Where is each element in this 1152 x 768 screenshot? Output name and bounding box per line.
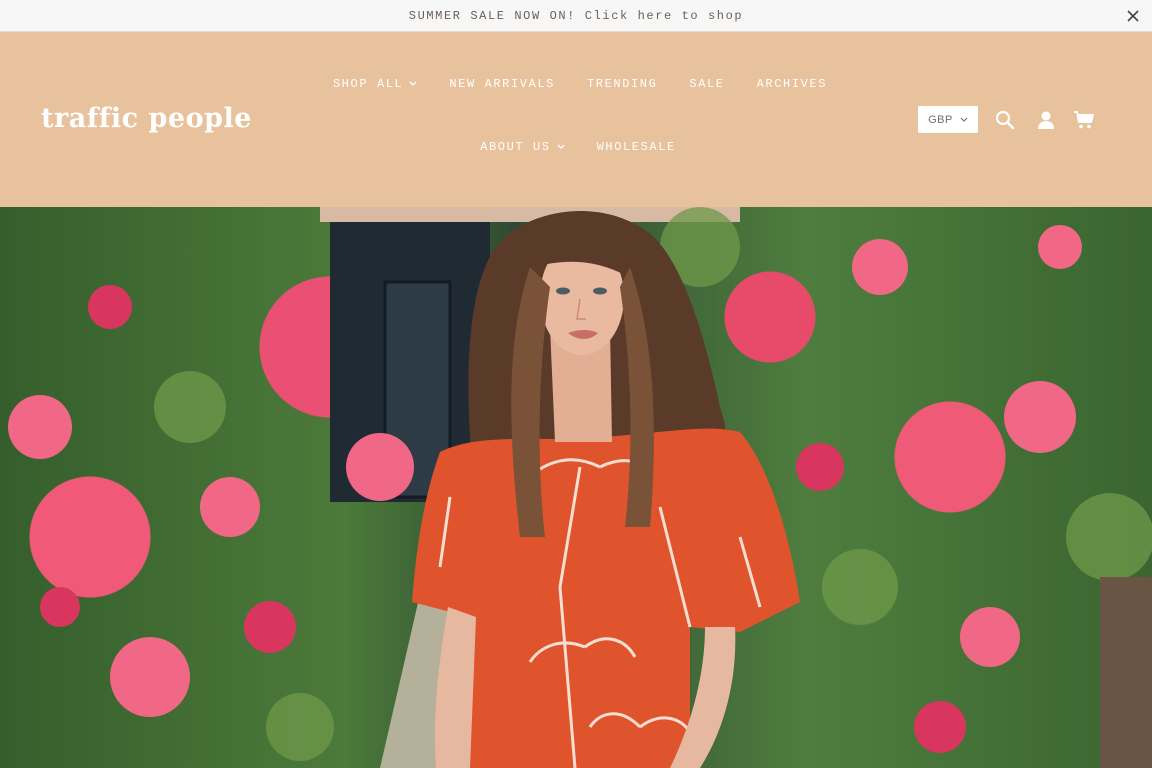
search-icon[interactable] [994, 109, 1016, 131]
nav-archives-label: ARCHIVES [756, 77, 828, 91]
announcement-link[interactable]: SUMMER SALE NOW ON! Click here to shop [409, 9, 743, 23]
nav-archives[interactable]: ARCHIVES [757, 75, 827, 93]
nav-wholesale[interactable]: WHOLESALE [597, 138, 676, 156]
chevron-down-icon [409, 81, 417, 87]
nav-about-us-label: ABOUT US [480, 140, 551, 154]
close-icon[interactable] [1125, 8, 1140, 23]
nav-shop-all-label: SHOP ALL [332, 77, 404, 91]
nav-trending[interactable]: TRENDING [587, 75, 657, 93]
main-nav-row-1: SHOP ALL NEW ARRIVALS TRENDING SALE ARCH… [0, 75, 1152, 93]
nav-new-arrivals[interactable]: NEW ARRIVALS [449, 75, 555, 93]
nav-about-us[interactable]: ABOUT US [480, 138, 565, 156]
chevron-down-icon [557, 144, 565, 150]
nav-new-arrivals-label: NEW ARRIVALS [449, 77, 555, 91]
currency-selector[interactable]: GBP [918, 106, 978, 133]
site-header: traffic people SHOP ALL NEW ARRIVALS TRE… [0, 32, 1152, 207]
announcement-bar: SUMMER SALE NOW ON! Click here to shop [0, 0, 1152, 32]
cart-icon[interactable] [1072, 109, 1096, 131]
nav-wholesale-label: WHOLESALE [596, 140, 676, 154]
site-logo[interactable]: traffic people [41, 102, 252, 136]
nav-trending-label: TRENDING [586, 77, 658, 91]
account-icon[interactable] [1035, 109, 1057, 131]
nav-shop-all[interactable]: SHOP ALL [333, 75, 417, 93]
currency-value: GBP [928, 113, 953, 126]
chevron-down-icon [960, 117, 968, 123]
main-nav-row-2: ABOUT US WHOLESALE [0, 138, 1152, 156]
nav-sale[interactable]: SALE [689, 75, 724, 93]
hero-image [0, 207, 1152, 768]
nav-sale-label: SALE [689, 77, 725, 91]
